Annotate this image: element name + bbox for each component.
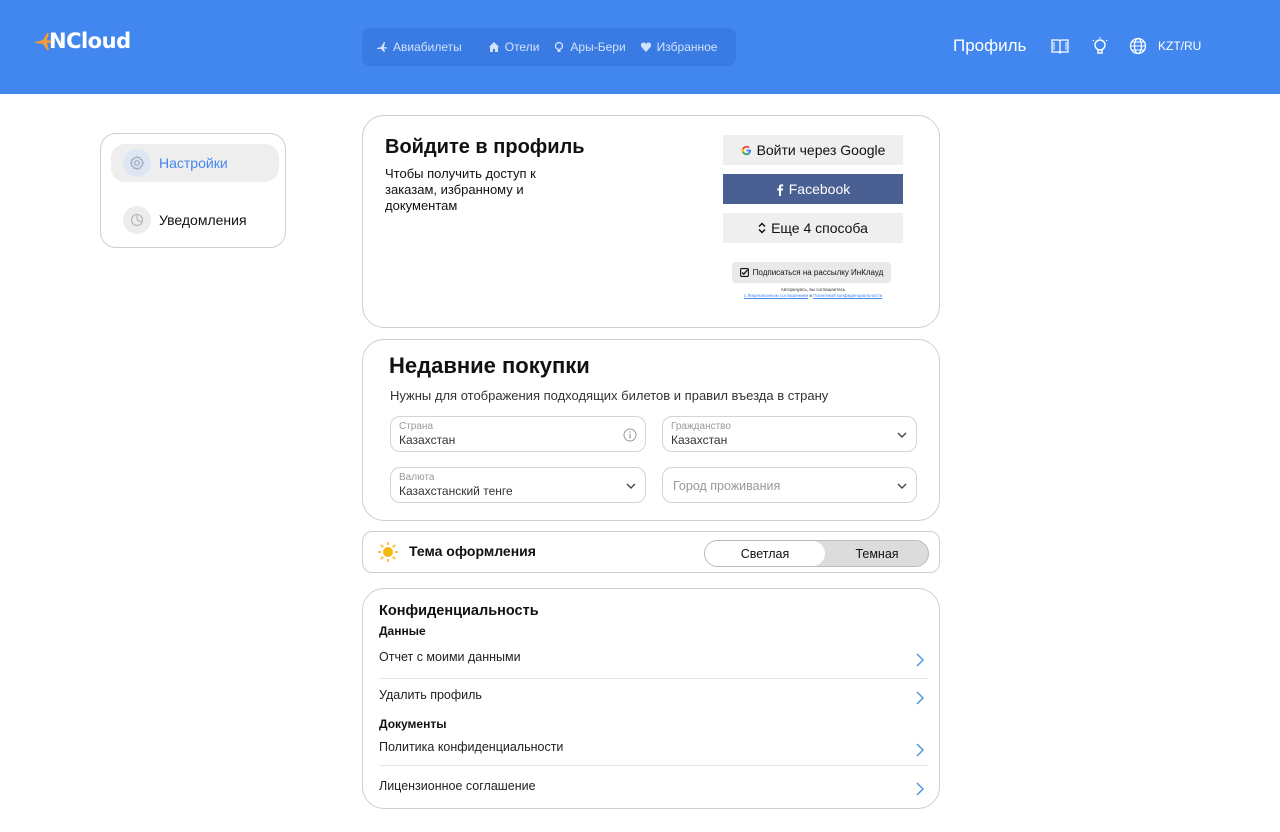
theme-title: Тема оформления bbox=[409, 543, 536, 559]
globe-icon[interactable] bbox=[1128, 36, 1148, 56]
recent-title: Недавние покупки bbox=[389, 353, 590, 378]
more-login-methods-button[interactable]: Еще 4 способа bbox=[723, 213, 903, 243]
theme-dark-option[interactable]: Темная bbox=[825, 541, 929, 566]
login-subtitle: Чтобы получить доступ к заказам, избранн… bbox=[385, 166, 536, 213]
gear-icon bbox=[123, 149, 151, 177]
citizenship-select[interactable]: Гражданство Казахстан bbox=[662, 416, 917, 452]
documents-section-title: Документы bbox=[379, 717, 447, 731]
login-title: Войдите в профиль bbox=[385, 136, 585, 158]
theme-card: Тема оформления Светлая Темная bbox=[362, 531, 940, 573]
login-card: Войдите в профиль Чтобы получить доступ … bbox=[362, 115, 940, 328]
chevron-up-down-icon bbox=[758, 222, 766, 234]
chevron-right-icon bbox=[916, 743, 924, 757]
facebook-icon bbox=[776, 183, 783, 196]
recent-purchases-card: Недавние покупки Нужны для отображения п… bbox=[362, 339, 940, 521]
chevron-down-icon bbox=[626, 483, 636, 489]
newsletter-checkbox[interactable]: Подписаться на рассылку ИнКлауд bbox=[732, 262, 891, 283]
top-bar: NCloud Авиабилеты Отели Ары-Бери Избранн… bbox=[0, 0, 1280, 94]
sidebar-item-label: Уведомления bbox=[159, 212, 247, 228]
main-nav: Авиабилеты Отели Ары-Бери Избранное bbox=[362, 28, 736, 66]
license-agreement-row[interactable]: Лицензионное соглашение bbox=[379, 777, 929, 803]
privacy-card: Конфиденциальность Данные Отчет с моими … bbox=[362, 588, 940, 809]
home-icon bbox=[488, 42, 499, 52]
currency-select[interactable]: Валюта Казахстанский тенге bbox=[390, 467, 646, 503]
recent-subtitle: Нужны для отображения подходящих билетов… bbox=[390, 388, 829, 403]
nav-item-favorites[interactable]: Избранное bbox=[640, 40, 717, 54]
heart-icon bbox=[640, 42, 651, 52]
divider bbox=[379, 678, 929, 679]
profile-link[interactable]: Профиль bbox=[953, 36, 1026, 56]
theme-toggle[interactable]: Светлая Темная bbox=[704, 540, 929, 567]
chevron-right-icon bbox=[916, 653, 924, 667]
sidebar-item-settings[interactable]: Настройки bbox=[111, 144, 279, 182]
currency-language-switch[interactable]: KZT/RU bbox=[1158, 39, 1201, 53]
nav-item-flights[interactable]: Авиабилеты bbox=[376, 40, 462, 54]
bulb-icon bbox=[555, 41, 564, 52]
my-data-report-row[interactable]: Отчет с моими данными bbox=[379, 648, 929, 674]
chevron-down-icon bbox=[897, 483, 907, 489]
nav-item-ary-beri[interactable]: Ары-Бери bbox=[553, 40, 626, 54]
bulb-icon[interactable] bbox=[1090, 36, 1110, 56]
theme-light-option[interactable]: Светлая bbox=[705, 541, 825, 566]
sun-icon bbox=[377, 541, 399, 563]
sidebar: Настройки Уведомления bbox=[100, 133, 286, 248]
checkbox-checked-icon bbox=[739, 268, 749, 277]
privacy-policy-row[interactable]: Политика конфиденциальности bbox=[379, 738, 929, 764]
chevron-right-icon bbox=[916, 782, 924, 796]
sidebar-item-label: Настройки bbox=[159, 155, 228, 171]
google-icon bbox=[741, 145, 751, 155]
logo-text: NCloud bbox=[49, 29, 131, 53]
country-field[interactable]: Страна Казахстан bbox=[390, 416, 646, 452]
chevron-down-icon bbox=[897, 432, 907, 438]
book-icon[interactable] bbox=[1050, 36, 1070, 56]
google-login-button[interactable]: Войти через Google bbox=[723, 135, 903, 165]
chevron-right-icon bbox=[916, 691, 924, 705]
info-icon[interactable] bbox=[623, 428, 637, 442]
divider bbox=[379, 765, 929, 766]
privacy-policy-link[interactable]: Политикой конфиденциальности bbox=[813, 293, 882, 298]
logo[interactable]: NCloud bbox=[33, 28, 131, 54]
city-select[interactable]: Город проживания bbox=[662, 467, 917, 503]
bell-icon bbox=[123, 206, 151, 234]
delete-profile-row[interactable]: Удалить профиль bbox=[379, 686, 929, 712]
nav-item-hotels[interactable]: Отели bbox=[488, 40, 539, 54]
plane-icon bbox=[377, 42, 387, 52]
legal-text: Авторизуясь, вы соглашаетесь с Лицензион… bbox=[743, 287, 883, 298]
sidebar-item-notifications[interactable]: Уведомления bbox=[111, 201, 279, 239]
license-agreement-link[interactable]: с Лицензионным соглашением bbox=[744, 293, 808, 298]
facebook-login-button[interactable]: Facebook bbox=[723, 174, 903, 204]
privacy-title: Конфиденциальность bbox=[379, 603, 539, 619]
data-section-title: Данные bbox=[379, 624, 426, 638]
